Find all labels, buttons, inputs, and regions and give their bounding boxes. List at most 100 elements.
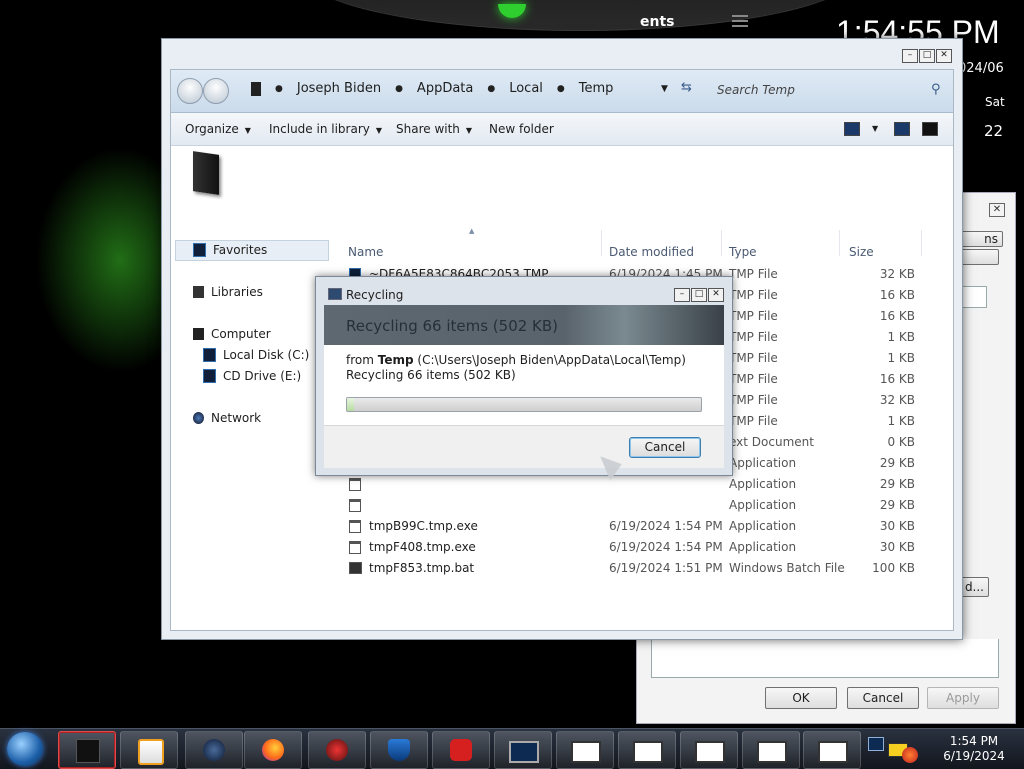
file-size: 1 KB — [887, 414, 915, 428]
nav-libraries[interactable]: Libraries — [193, 285, 263, 299]
taskbar-window-button[interactable] — [680, 731, 738, 769]
dialog-maximize-button[interactable]: □ — [691, 288, 707, 302]
file-row[interactable]: tmpB99C.tmp.exe 6/19/2024 1:54 PM Applicat… — [349, 516, 929, 537]
chevron-down-icon: ▼ — [465, 126, 473, 135]
taskbar-window-button[interactable] — [494, 731, 552, 769]
taskbar-globe-button[interactable] — [185, 731, 243, 769]
file-type: Application — [729, 540, 797, 554]
column-divider[interactable] — [839, 230, 840, 256]
breadcrumb-item-user[interactable]: Joseph Biden — [297, 81, 381, 96]
taskbar-recorder-button[interactable] — [432, 731, 490, 769]
column-header-date-modified[interactable]: Date modified — [609, 245, 694, 259]
search-input[interactable]: Search Temp — [711, 80, 945, 100]
file-size: 16 KB — [879, 372, 915, 386]
address-dropdown-icon[interactable]: ▼ — [661, 84, 668, 94]
minimize-button[interactable]: – — [902, 49, 918, 63]
properties-close-button[interactable]: ✕ — [989, 203, 1005, 217]
nav-cd-drive[interactable]: CD Drive (E:) — [203, 369, 301, 383]
breadcrumb-arrow-icon[interactable]: ● — [557, 84, 565, 94]
file-type: TMP File — [729, 288, 778, 302]
breadcrumb-item-local[interactable]: Local — [509, 81, 543, 96]
dialog-from-folder[interactable]: Temp — [378, 353, 414, 367]
refresh-icon[interactable]: ⇆ — [681, 80, 692, 95]
taskbar-app-button[interactable] — [308, 731, 366, 769]
breadcrumb-arrow-icon[interactable]: ● — [395, 84, 403, 94]
share-with-button[interactable]: Share with ▼ — [396, 122, 472, 136]
taskbar-window-button[interactable] — [803, 731, 861, 769]
recycle-bin-icon — [328, 288, 342, 300]
taskbar-explorer-button[interactable] — [58, 731, 116, 769]
window-icon — [818, 741, 848, 763]
firefox-tray-icon[interactable] — [902, 747, 918, 763]
nav-libraries-label: Libraries — [211, 285, 263, 299]
preview-pane-icon[interactable] — [894, 122, 910, 136]
file-size: 1 KB — [887, 351, 915, 365]
nav-favorites[interactable]: Favorites — [193, 243, 267, 257]
breadcrumb-arrow-icon[interactable]: ● — [487, 84, 495, 94]
maximize-button[interactable]: □ — [919, 49, 935, 63]
column-header-type[interactable]: Type — [729, 245, 757, 259]
column-header-name[interactable]: Name — [348, 245, 383, 259]
dialog-banner: Recycling 66 items (502 KB) — [324, 305, 724, 345]
cancel-button[interactable]: Cancel — [629, 437, 701, 458]
column-header-size[interactable]: Size — [849, 245, 874, 259]
taskbar-clock[interactable]: 1:54 PM 6/19/2024 — [934, 734, 1014, 764]
column-divider[interactable] — [921, 230, 922, 256]
taskbar-firefox-button[interactable] — [244, 731, 302, 769]
file-size: 16 KB — [879, 309, 915, 323]
properties-field[interactable] — [959, 286, 987, 308]
close-button[interactable]: ✕ — [936, 49, 952, 63]
nav-computer[interactable]: Computer — [193, 327, 271, 341]
dialog-footer: Cancel — [324, 425, 724, 468]
search-icon[interactable]: ⚲ — [931, 82, 941, 97]
nav-network[interactable]: Network — [193, 411, 261, 425]
file-type: Windows Batch File — [729, 561, 845, 575]
taskbar-media-player-button[interactable] — [120, 731, 178, 769]
include-in-library-button[interactable]: Include in library ▼ — [269, 122, 382, 136]
shield-icon — [388, 739, 410, 761]
file-row[interactable]: Application 29 KB — [349, 495, 929, 516]
file-size: 29 KB — [879, 477, 915, 491]
new-folder-button[interactable]: New folder — [489, 122, 554, 136]
properties-apply-button[interactable]: Apply — [927, 687, 999, 709]
taskbar-time: 1:54 PM — [949, 734, 999, 748]
file-name: tmpB99C.tmp.exe — [369, 519, 478, 533]
taskbar-window-button[interactable] — [618, 731, 676, 769]
file-size: 29 KB — [879, 498, 915, 512]
breadcrumb-item-appdata[interactable]: AppData — [417, 81, 473, 96]
taskbar-window-button[interactable] — [742, 731, 800, 769]
taskbar-window-button[interactable] — [556, 731, 614, 769]
breadcrumb-item-temp[interactable]: Temp — [579, 81, 614, 96]
menu-icon[interactable] — [732, 15, 748, 27]
nav-local-disk[interactable]: Local Disk (C:) — [203, 348, 309, 362]
breadcrumb-arrow-icon[interactable]: ● — [275, 84, 283, 94]
file-row[interactable]: tmpF853.tmp.bat 6/19/2024 1:51 PM Windows … — [349, 558, 929, 579]
column-divider[interactable] — [721, 230, 722, 256]
view-dropdown-icon[interactable]: ▼ — [872, 124, 878, 133]
file-size: 0 KB — [887, 435, 915, 449]
cd-drive-icon — [203, 369, 216, 383]
taskbar-security-button[interactable] — [370, 731, 428, 769]
help-icon[interactable] — [922, 122, 938, 136]
forward-button[interactable] — [203, 78, 229, 104]
properties-cancel-button[interactable]: Cancel — [847, 687, 919, 709]
start-button[interactable] — [7, 732, 43, 766]
file-size: 32 KB — [879, 393, 915, 407]
dialog-minimize-button[interactable]: – — [674, 288, 690, 302]
column-divider[interactable] — [601, 230, 602, 256]
change-view-icon[interactable] — [844, 122, 860, 136]
file-row[interactable]: Application 29 KB — [349, 474, 929, 495]
command-bar: Organize ▼ Include in library ▼ Share with… — [171, 113, 953, 146]
properties-ok-button[interactable]: OK — [765, 687, 837, 709]
network-tray-icon[interactable] — [868, 737, 884, 751]
breadcrumb: ● Joseph Biden ● AppData ● Local ● Temp — [251, 81, 613, 96]
window-icon — [571, 741, 601, 763]
back-button[interactable] — [177, 78, 203, 104]
file-row[interactable]: tmpF408.tmp.exe 6/19/2024 1:54 PM Applicat… — [349, 537, 929, 558]
properties-panel — [651, 639, 999, 678]
media-player-icon — [138, 739, 164, 765]
dialog-body: from Temp (C:\Users\Joseph Biden\AppData… — [324, 345, 724, 425]
desktop-clock-daynum: 22 — [984, 122, 1004, 140]
dialog-close-button[interactable]: ✕ — [708, 288, 724, 302]
organize-button[interactable]: Organize ▼ — [185, 122, 251, 136]
